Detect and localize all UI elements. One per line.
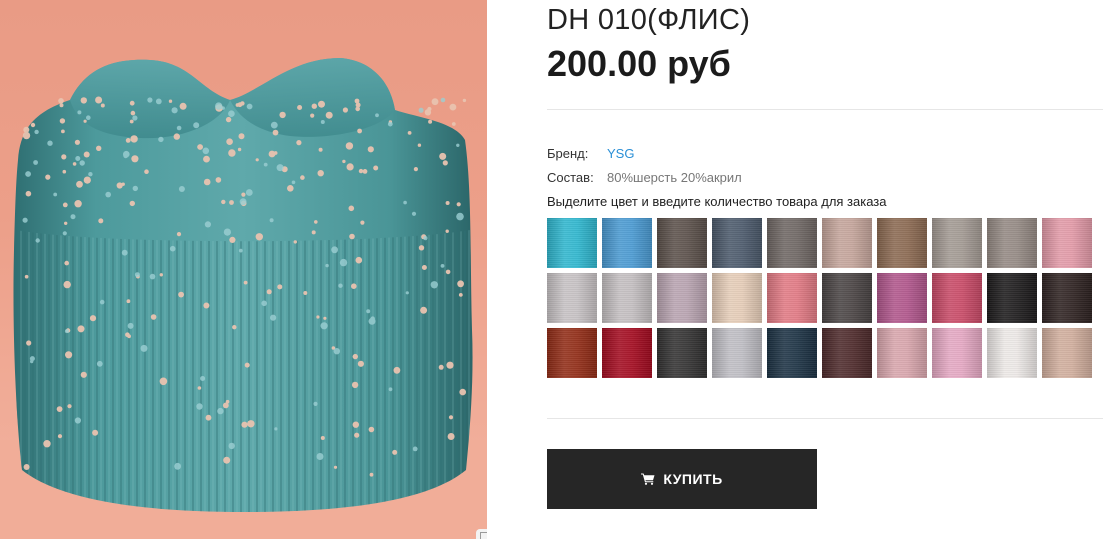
color-swatch[interactable] (822, 328, 872, 378)
color-swatch[interactable] (602, 218, 652, 268)
color-swatch[interactable] (712, 273, 762, 323)
color-swatch[interactable] (987, 273, 1037, 323)
divider (547, 418, 1103, 419)
brand-link[interactable]: YSG (607, 146, 634, 161)
color-swatch[interactable] (767, 328, 817, 378)
product-price: 200.00 руб (547, 43, 731, 84)
color-swatch[interactable] (547, 328, 597, 378)
color-swatch-grid (547, 218, 1092, 378)
color-swatch[interactable] (712, 328, 762, 378)
color-swatch[interactable] (547, 273, 597, 323)
color-swatch[interactable] (547, 218, 597, 268)
composition-value: 80%шерсть 20%акрил (607, 170, 742, 185)
color-swatch[interactable] (1042, 218, 1092, 268)
color-swatch[interactable] (767, 218, 817, 268)
product-image[interactable] (0, 0, 487, 539)
composition-label: Состав: (547, 170, 594, 185)
product-details: DH 010(ФЛИС) 200.00 руб Бренд: YSG Состав… (547, 0, 1103, 539)
color-swatch[interactable] (987, 328, 1037, 378)
brand-row: Бренд: YSG (547, 145, 634, 163)
buy-button[interactable]: КУПИТЬ (547, 449, 817, 509)
color-swatch[interactable] (877, 218, 927, 268)
product-title: DH 010(ФЛИС) (547, 4, 751, 36)
buy-button-label: КУПИТЬ (663, 471, 723, 487)
color-instruction: Выделите цвет и введите количество товар… (547, 194, 887, 209)
color-swatch[interactable] (877, 328, 927, 378)
color-swatch[interactable] (1042, 273, 1092, 323)
color-swatch[interactable] (657, 328, 707, 378)
color-swatch[interactable] (1042, 328, 1092, 378)
color-swatch[interactable] (657, 273, 707, 323)
color-swatch[interactable] (877, 273, 927, 323)
composition-row: Состав: 80%шерсть 20%акрил (547, 169, 742, 187)
color-swatch[interactable] (987, 218, 1037, 268)
color-swatch[interactable] (657, 218, 707, 268)
color-swatch[interactable] (712, 218, 762, 268)
color-swatch[interactable] (767, 273, 817, 323)
color-swatch[interactable] (932, 328, 982, 378)
zoom-handle[interactable] (476, 529, 487, 539)
color-swatch[interactable] (932, 218, 982, 268)
color-swatch[interactable] (822, 218, 872, 268)
brand-label: Бренд: (547, 146, 589, 161)
color-swatch[interactable] (932, 273, 982, 323)
color-swatch[interactable] (602, 328, 652, 378)
divider (547, 109, 1103, 110)
hat-image (0, 58, 487, 539)
cart-icon (641, 473, 655, 485)
color-swatch[interactable] (602, 273, 652, 323)
color-swatch[interactable] (822, 273, 872, 323)
